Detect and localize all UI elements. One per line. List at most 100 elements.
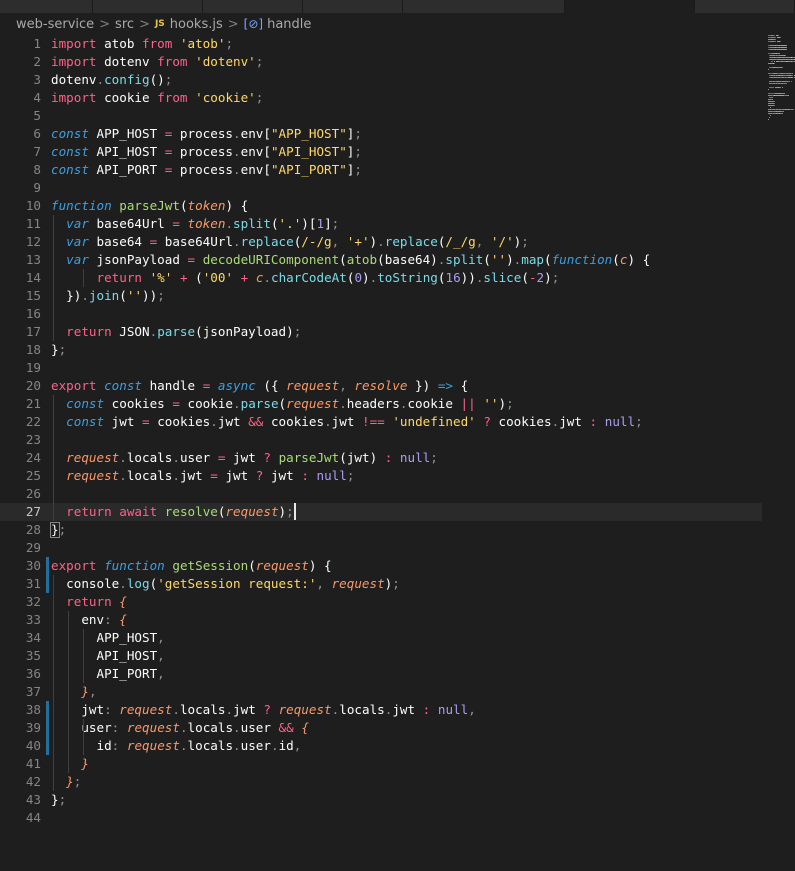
breadcrumb: web-service > src > JS hooks.js > [⊘] ha… [0, 13, 795, 35]
code-line[interactable]: 16 [0, 305, 762, 323]
code-text: var jsonPayload = decodeURIComponent(ato… [51, 251, 650, 269]
code-line[interactable]: 20 export const handle = async ({ request… [0, 377, 762, 395]
code-line[interactable]: 6 const APP_HOST = process.env["APP_HOST"… [0, 125, 762, 143]
code-line[interactable]: 22 const jwt = cookies.jwt && cookies.jw… [0, 413, 762, 431]
code-token: ( [521, 270, 529, 285]
code-line[interactable]: 5 [0, 107, 762, 125]
code-line[interactable]: 36 API_PORT, [0, 665, 762, 683]
code-line[interactable]: 43}; [0, 791, 762, 809]
code-line[interactable]: 18}; [0, 341, 762, 359]
code-line[interactable]: 39 user: request.locals.user && { [0, 719, 762, 737]
breadcrumb-folder[interactable]: web-service [16, 17, 94, 32]
code-token: 2 [536, 270, 545, 285]
code-token: const [66, 414, 105, 429]
code-line[interactable]: 17 return JSON.parse(jsonPayload); [0, 323, 762, 341]
editor-tab[interactable] [695, 0, 795, 13]
line-number: 39 [25, 720, 41, 735]
minimap-line [780, 41, 782, 42]
code-line[interactable]: 4 import cookie from 'cookie'; [0, 89, 762, 107]
minimap[interactable] [768, 35, 795, 125]
code-line[interactable]: 8 const API_PORT = process.env["API_PORT"… [0, 161, 762, 179]
code-token: '' [126, 288, 143, 303]
code-token: null [399, 450, 431, 465]
code-line[interactable]: 32 return { [0, 593, 762, 611]
code-token: resolve [354, 378, 408, 393]
code-line[interactable]: 3 dotenv.config(); [0, 71, 762, 89]
code-line[interactable]: 30 export function getSession(request) { [0, 557, 762, 575]
line-number: 32 [25, 594, 41, 609]
code-line[interactable]: 28}; [0, 521, 762, 539]
line-number: 10 [25, 198, 41, 213]
breadcrumb-symbol[interactable]: handle [267, 17, 311, 32]
line-number: 19 [25, 360, 41, 375]
code-token: id [51, 738, 112, 753]
code-line[interactable]: 13 var jsonPayload = decodeURIComponent(… [0, 251, 762, 269]
code-line[interactable]: 29 [0, 539, 762, 557]
code-line[interactable]: 38 jwt: request.locals.jwt ? request.loc… [0, 701, 762, 719]
editor-tab[interactable] [403, 0, 565, 13]
code-text: const API_HOST = process.env["API_HOST"]… [51, 143, 362, 161]
minimap-line [783, 93, 785, 94]
code-line[interactable]: 10 function parseJwt(token) { [0, 197, 762, 215]
code-line[interactable]: 1 import atob from 'atob'; [0, 35, 762, 53]
code-token: function [51, 198, 112, 213]
editor-tab[interactable] [93, 0, 203, 13]
code-token: (jwt) [339, 450, 385, 465]
code-line[interactable]: 21 const cookies = cookie.parse(request.… [0, 395, 762, 413]
line-number: 25 [25, 468, 41, 483]
code-token: export [51, 378, 97, 393]
code-token: join [88, 288, 120, 303]
code-line[interactable]: 26 [0, 485, 762, 503]
code-line[interactable]: 34 APP_HOST, [0, 629, 762, 647]
git-modified-indicator[interactable] [46, 557, 49, 593]
minimap-line [782, 113, 784, 114]
code-line[interactable]: 40 id: request.locals.user.id, [0, 737, 762, 755]
code-token: , [157, 648, 165, 663]
code-line[interactable]: 9 [0, 179, 762, 197]
code-token: ; [506, 396, 514, 411]
code-line[interactable]: 14 return '%' + ('00' + c.charCodeAt(0).… [0, 269, 762, 287]
line-number: 3 [33, 72, 41, 87]
code-line[interactable]: 23 [0, 431, 762, 449]
code-line[interactable]: 44 [0, 809, 762, 827]
code-line[interactable]: 24 request.locals.user = jwt ? parseJwt(… [0, 449, 762, 467]
editor-tab[interactable] [303, 0, 403, 13]
code-token: ; [551, 270, 560, 285]
chevron-right-icon: > [139, 16, 150, 32]
breadcrumb-file[interactable]: hooks.js [170, 17, 223, 32]
code-token: headers [346, 396, 400, 411]
breadcrumb-subfolder[interactable]: src [115, 17, 134, 32]
editor-tab[interactable] [203, 0, 303, 13]
code-line[interactable]: 37 }, [0, 683, 762, 701]
code-token: . [210, 414, 218, 429]
editor-tab[interactable] [0, 0, 93, 13]
code-token: /-/g [301, 234, 332, 249]
code-line[interactable]: 19 [0, 359, 762, 377]
indent-guide [83, 719, 85, 755]
code-line[interactable]: 33 env: { [0, 611, 762, 629]
code-line[interactable]: 41 } [0, 755, 762, 773]
code-text: return '%' + ('00' + c.charCodeAt(0).toS… [51, 269, 560, 287]
code-token: && [248, 414, 264, 429]
code-line[interactable]: 7 const API_HOST = process.env["API_HOST"… [0, 143, 762, 161]
code-token: base64Url [88, 216, 173, 231]
code-line[interactable]: 35 API_HOST, [0, 647, 762, 665]
code-line[interactable]: 27 return await resolve(request); [0, 503, 762, 521]
git-modified-indicator[interactable] [46, 701, 49, 755]
editor-tab-active[interactable] [565, 0, 695, 13]
code-token: request [278, 702, 332, 717]
code-token: token [187, 216, 226, 231]
code-token: request [255, 558, 309, 573]
code-line[interactable]: 12 var base64 = base64Url.replace(/-/g, … [0, 233, 762, 251]
code-line[interactable]: 15 }).join('')); [0, 287, 762, 305]
code-line[interactable]: 31 console.log('getSession request:', re… [0, 575, 762, 593]
minimap-line [774, 105, 776, 106]
code-text: }; [51, 791, 66, 809]
code-line[interactable]: 42 }; [0, 773, 762, 791]
code-editor[interactable]: 1 import atob from 'atob'; 2 import dotenv … [0, 35, 765, 871]
line-number: 1 [33, 36, 41, 51]
code-line[interactable]: 2 import dotenv from 'dotenv'; [0, 53, 762, 71]
code-line[interactable]: 25 request.locals.jwt = jwt ? jwt : null… [0, 467, 762, 485]
code-line[interactable]: 11 var base64Url = token.split('.')[1]; [0, 215, 762, 233]
